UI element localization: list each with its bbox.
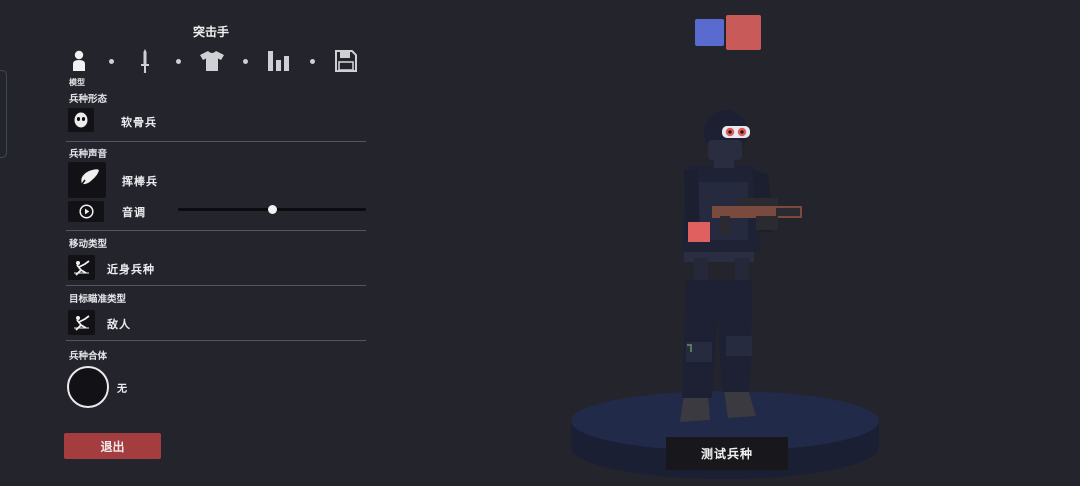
- targeting-value: 敌人: [107, 318, 131, 331]
- tab-save[interactable]: [333, 48, 359, 74]
- melee-icon: [73, 259, 90, 276]
- play-voice-button[interactable]: [68, 201, 104, 222]
- team-red-button[interactable]: [726, 15, 761, 50]
- section-label-movement: 移动类型: [69, 239, 108, 250]
- divider: [66, 285, 366, 286]
- unit-model: [680, 110, 802, 422]
- exit-button[interactable]: 退出: [64, 433, 161, 459]
- voice-select-button[interactable]: [68, 162, 106, 198]
- pitch-label: 音调: [122, 206, 146, 219]
- team-blue-button[interactable]: [695, 19, 724, 46]
- fusion-value: 无: [117, 384, 128, 395]
- save-icon: [335, 50, 357, 72]
- fusion-slot-button[interactable]: [67, 366, 109, 408]
- stats-icon: [268, 51, 289, 71]
- feather-icon: [76, 169, 99, 192]
- tab-separator-dot: [243, 59, 248, 64]
- tab-stats[interactable]: [266, 48, 292, 74]
- tab-clothing[interactable]: [199, 48, 225, 74]
- tab-weapons[interactable]: [132, 48, 158, 74]
- section-label-voice: 兵种声音: [69, 149, 108, 160]
- section-label-targeting: 目标瞄准类型: [69, 294, 127, 305]
- targeting-select-button[interactable]: [68, 310, 95, 335]
- divider: [66, 141, 366, 142]
- side-drawer-handle[interactable]: [0, 70, 7, 158]
- divider: [66, 340, 366, 341]
- form-select-button[interactable]: [68, 108, 94, 132]
- movement-value: 近身兵种: [107, 263, 155, 276]
- section-label-fusion: 兵种合体: [69, 351, 108, 362]
- tab-separator-dot: [109, 59, 114, 64]
- tab-separator-dot: [310, 59, 315, 64]
- test-unit-button[interactable]: 测试兵种: [666, 437, 788, 470]
- mask-icon: [74, 112, 88, 128]
- unit-name-title: 突击手: [193, 25, 230, 39]
- sword-icon: [141, 49, 149, 73]
- editor-tab-bar: [66, 48, 366, 78]
- voice-value: 挥棒兵: [122, 175, 158, 188]
- pitch-slider-thumb[interactable]: [268, 205, 277, 214]
- form-value: 软骨兵: [121, 116, 157, 129]
- person-icon: [73, 50, 85, 71]
- pitch-slider[interactable]: [178, 205, 366, 214]
- target-enemy-icon: [73, 314, 90, 331]
- tab-caption-model: 模型: [69, 78, 85, 87]
- unit-preview-stage: [571, 110, 879, 479]
- tab-separator-dot: [176, 59, 181, 64]
- movement-select-button[interactable]: [68, 255, 95, 280]
- divider: [66, 230, 366, 231]
- shirt-icon: [200, 51, 224, 71]
- section-label-form: 兵种形态: [69, 94, 108, 105]
- play-icon: [78, 204, 94, 219]
- tab-model[interactable]: [66, 48, 92, 74]
